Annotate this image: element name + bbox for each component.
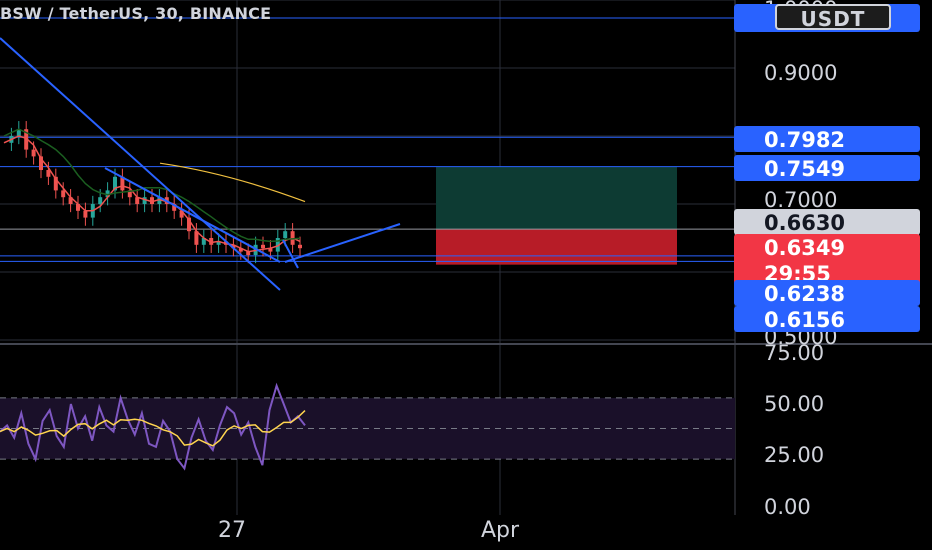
candles (9, 121, 302, 264)
trendlines (0, 37, 401, 291)
time-tick-label: 27 (218, 518, 246, 543)
rsi-tick-label: 0.00 (764, 495, 811, 519)
price-badge-label: 0.6349 (764, 236, 845, 260)
candle-body (61, 190, 66, 198)
price-tick-label: 0.9000 (764, 61, 837, 85)
price-badge-label: 0.6156 (764, 308, 845, 332)
price-badge-label: 0.6630 (764, 211, 845, 235)
chart-canvas[interactable]: 1.00000.90000.70000.500075.0050.0025.000… (0, 0, 932, 550)
stop-zone (436, 229, 677, 265)
candle-body (31, 149, 36, 157)
price-badge-label: 0.7549 (764, 157, 845, 181)
chart-stage: 1.00000.90000.70000.500075.0050.0025.000… (0, 0, 932, 550)
candle-body (298, 244, 302, 249)
rsi-tick-label: 75.00 (764, 341, 824, 365)
rsi-tick-label: 50.00 (764, 392, 824, 416)
candle-body (98, 197, 103, 204)
trendline-upper (104, 167, 281, 263)
trendline-short (282, 239, 299, 269)
price-badge-label: 0.6238 (764, 282, 845, 306)
time-tick-label: Apr (481, 518, 520, 543)
symbol-title[interactable]: BSW / TetherUS, 30, BINANCE (0, 4, 271, 23)
candle-body (83, 210, 88, 218)
currency-button[interactable]: USDT (775, 4, 891, 31)
target-zone (436, 166, 677, 230)
candle-body (283, 231, 288, 238)
rsi-tick-label: 25.00 (764, 443, 824, 467)
price-tick-label: 0.7000 (764, 188, 837, 212)
candle-body (261, 244, 265, 249)
sma-long-line (159, 162, 306, 203)
price-badge-label: 0.7982 (764, 128, 845, 152)
